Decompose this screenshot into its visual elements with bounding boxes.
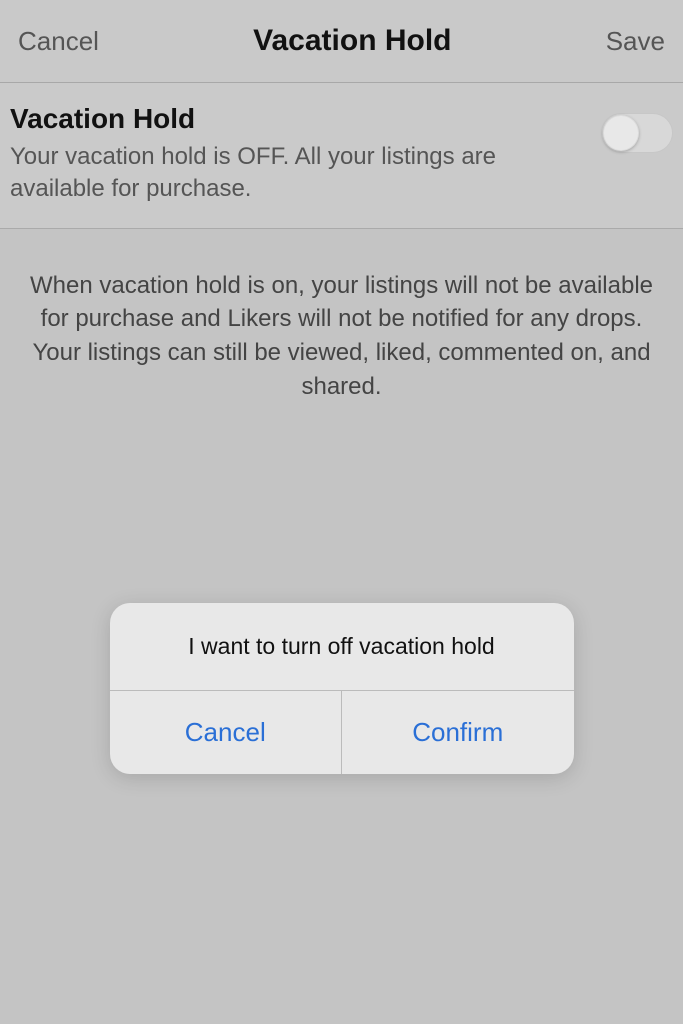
dialog-confirm-button[interactable]: Confirm [342, 691, 574, 774]
info-block: When vacation hold is on, your listings … [0, 229, 683, 443]
section-description: Your vacation hold is OFF. All your list… [10, 141, 581, 206]
vacation-hold-section: Vacation Hold Your vacation hold is OFF.… [0, 83, 683, 229]
confirmation-dialog: I want to turn off vacation hold Cancel … [110, 603, 574, 774]
cancel-button[interactable]: Cancel [18, 26, 99, 57]
toggle-knob [603, 115, 639, 151]
save-button[interactable]: Save [606, 26, 665, 57]
dialog-title: I want to turn off vacation hold [110, 603, 574, 691]
dialog-cancel-button[interactable]: Cancel [110, 691, 343, 774]
dialog-button-row: Cancel Confirm [110, 691, 574, 774]
info-text: When vacation hold is on, your listings … [30, 269, 653, 403]
page-title: Vacation Hold [253, 24, 451, 58]
section-heading: Vacation Hold [10, 103, 581, 135]
header-bar: Cancel Vacation Hold Save [0, 0, 683, 83]
vacation-hold-toggle[interactable] [601, 113, 673, 153]
